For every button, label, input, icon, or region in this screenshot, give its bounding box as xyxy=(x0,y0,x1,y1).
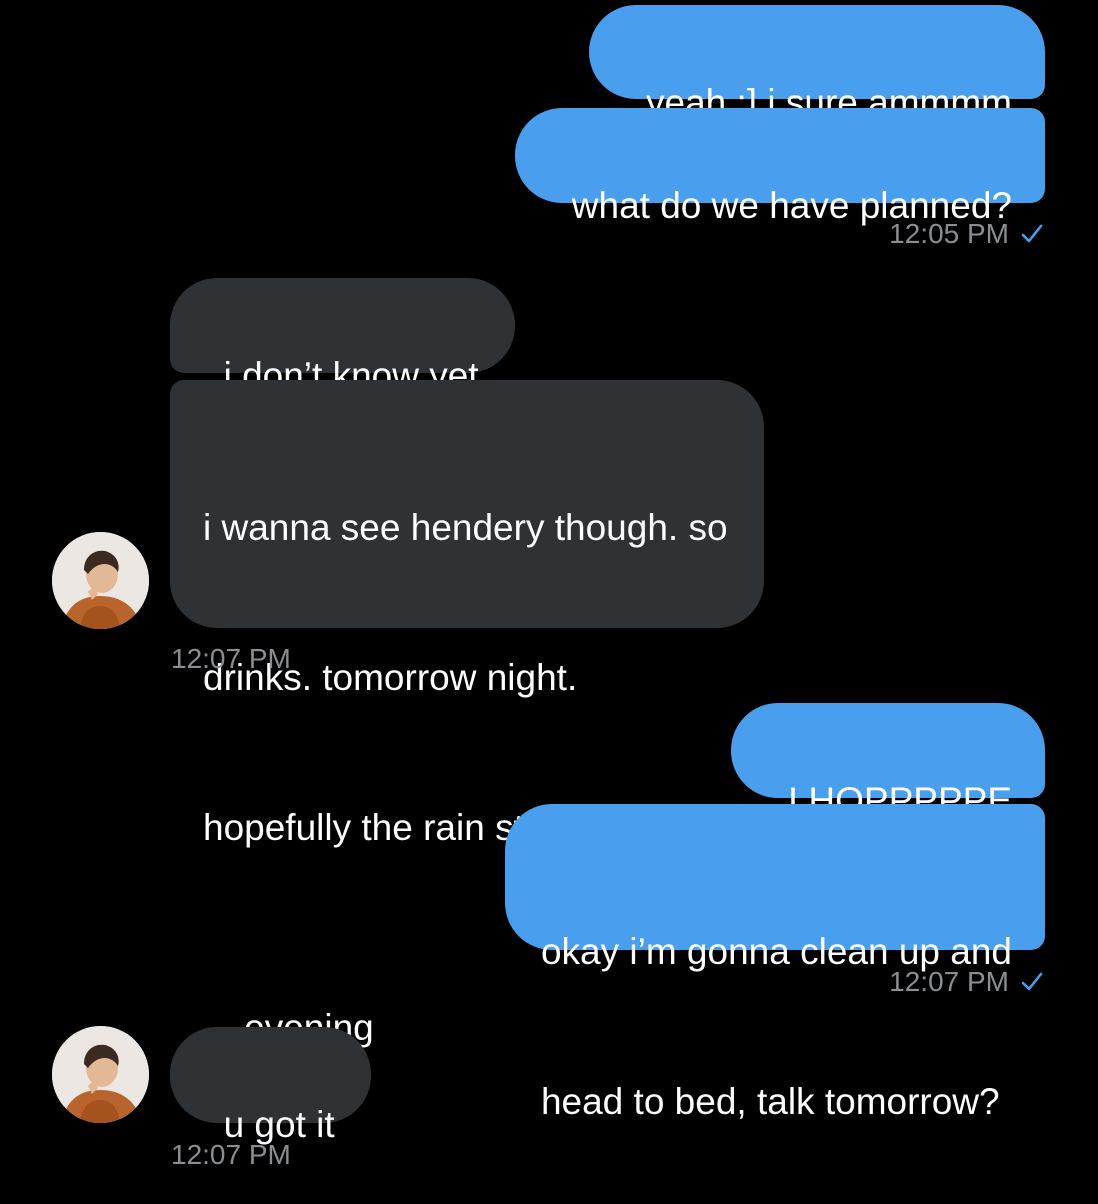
timestamp-text: 12:07 PM xyxy=(171,643,291,674)
timestamp-text: 12:05 PM xyxy=(889,218,1009,249)
avatar[interactable] xyxy=(52,1026,149,1123)
message-bubble-sent[interactable]: what do we have planned? xyxy=(515,108,1045,226)
message-timestamp: 12:07 PM xyxy=(889,965,1045,999)
avatar-image xyxy=(52,532,149,629)
avatar[interactable] xyxy=(52,532,149,629)
message-timestamp: 12:07 PM xyxy=(171,642,291,676)
message-bubble-received[interactable]: u got it xyxy=(170,1027,371,1145)
checkmark-icon xyxy=(1021,972,1043,991)
checkmark-icon xyxy=(1021,224,1043,243)
message-line: i wanna see hendery though. so xyxy=(203,507,728,548)
message-bubble-sent[interactable]: I HOPPPPPE xyxy=(731,703,1045,821)
message-bubble-sent[interactable]: okay i’m gonna clean up and head to bed,… xyxy=(504,804,1045,1122)
message-line: head to bed, talk tomorrow? xyxy=(540,1081,1000,1122)
avatar-image xyxy=(52,1026,149,1123)
message-timestamp: 12:07 PM xyxy=(171,1138,291,1172)
timestamp-text: 12:07 PM xyxy=(171,1139,291,1170)
message-bubble-sent[interactable]: yeah :] i sure ammmm xyxy=(589,5,1045,123)
message-timestamp: 12:05 PM xyxy=(889,217,1045,251)
message-bubble-received[interactable]: i don’t know yet xyxy=(170,278,515,396)
timestamp-text: 12:07 PM xyxy=(889,966,1009,997)
message-bubble-received[interactable]: i wanna see hendery though. so drinks. t… xyxy=(170,380,764,1096)
